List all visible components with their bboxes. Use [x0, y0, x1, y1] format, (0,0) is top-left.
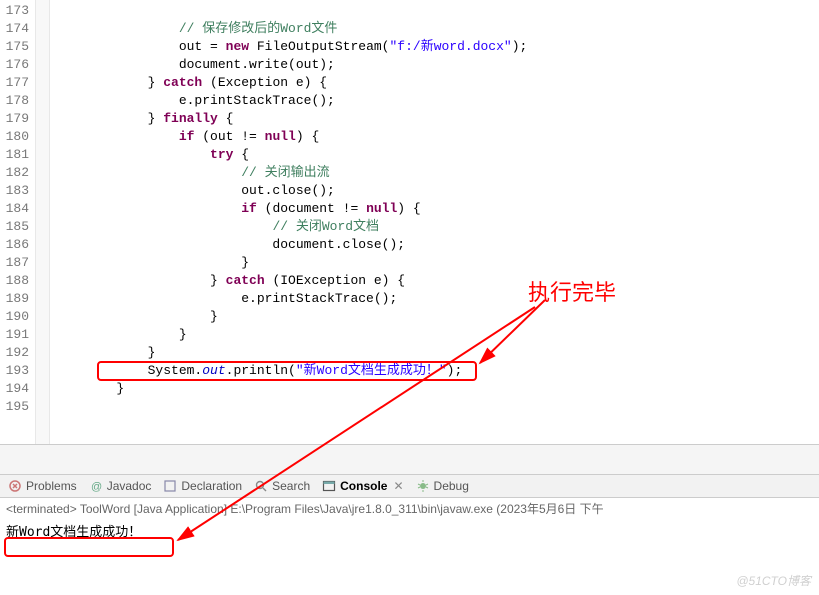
debug-icon [416, 479, 430, 493]
line-number: 193 [4, 362, 29, 380]
marker-column [36, 0, 50, 444]
line-number: 182 [4, 164, 29, 182]
tab-console[interactable]: Console ✕ [322, 479, 403, 493]
line-number: 195 [4, 398, 29, 416]
search-icon [254, 479, 268, 493]
line-number: 184 [4, 200, 29, 218]
console-output[interactable]: 新Word文档生成成功！ [0, 519, 819, 542]
code-area[interactable]: // 保存修改后的Word文件 out = new FileOutputStre… [50, 0, 819, 444]
line-number: 194 [4, 380, 29, 398]
tab-label: Debug [434, 479, 469, 493]
panel-gap [0, 445, 819, 475]
line-number: 192 [4, 344, 29, 362]
line-number: 191 [4, 326, 29, 344]
line-number: 175 [4, 38, 29, 56]
code-editor[interactable]: 1731741751761771781791801811821831841851… [0, 0, 819, 445]
line-number: 177 [4, 74, 29, 92]
watermark: @51CTO博客 [736, 572, 811, 589]
line-number-gutter: 1731741751761771781791801811821831841851… [0, 0, 36, 444]
line-number: 180 [4, 128, 29, 146]
bottom-panel-tabs: Problems @ Javadoc Declaration Search Co… [0, 475, 819, 498]
tab-search[interactable]: Search [254, 479, 310, 493]
problems-icon [8, 479, 22, 493]
line-number: 185 [4, 218, 29, 236]
tab-label: Search [272, 479, 310, 493]
declaration-icon [163, 479, 177, 493]
line-number: 181 [4, 146, 29, 164]
tab-label: Javadoc [107, 479, 152, 493]
line-number: 189 [4, 290, 29, 308]
line-number: 190 [4, 308, 29, 326]
tab-label: Problems [26, 479, 77, 493]
svg-text:@: @ [91, 481, 102, 493]
line-number: 183 [4, 182, 29, 200]
javadoc-icon: @ [89, 479, 103, 493]
tab-label: Console [340, 479, 387, 493]
close-icon[interactable]: ✕ [393, 479, 403, 493]
line-number: 186 [4, 236, 29, 254]
console-icon [322, 479, 336, 493]
line-number: 174 [4, 20, 29, 38]
line-number: 176 [4, 56, 29, 74]
line-number: 178 [4, 92, 29, 110]
tab-label: Declaration [181, 479, 242, 493]
console-header: <terminated> ToolWord [Java Application]… [0, 498, 819, 519]
tab-problems[interactable]: Problems [8, 479, 77, 493]
line-number: 173 [4, 2, 29, 20]
tab-javadoc[interactable]: @ Javadoc [89, 479, 152, 493]
line-number: 187 [4, 254, 29, 272]
line-number: 188 [4, 272, 29, 290]
tab-declaration[interactable]: Declaration [163, 479, 242, 493]
tab-debug[interactable]: Debug [416, 479, 469, 493]
line-number: 179 [4, 110, 29, 128]
